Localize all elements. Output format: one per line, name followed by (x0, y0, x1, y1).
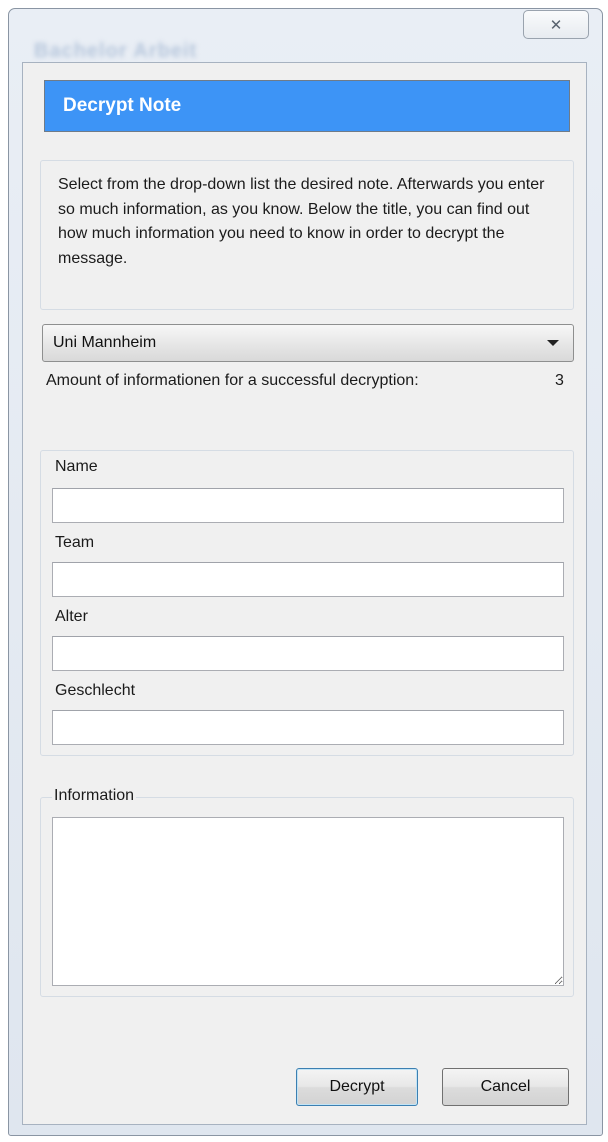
dialog-header: Decrypt Note (44, 80, 570, 132)
background-window-title: Bachelor Arbeit (34, 40, 198, 62)
close-icon: ✕ (549, 16, 563, 34)
geschlecht-field[interactable] (52, 710, 564, 745)
chevron-down-icon (547, 340, 559, 346)
close-button[interactable]: ✕ (523, 10, 589, 39)
name-field[interactable] (52, 488, 564, 523)
field-label-geschlecht: Geschlecht (55, 682, 136, 699)
note-select-dropdown[interactable]: Uni Mannheim (42, 324, 574, 362)
amount-label: Amount of informationen for a successful… (46, 372, 419, 389)
instructions-text: Select from the drop-down list the desir… (58, 176, 545, 267)
information-legend: Information (52, 787, 137, 805)
alter-field[interactable] (52, 636, 564, 671)
dialog-title: Decrypt Note (63, 95, 182, 116)
note-select-value: Uni Mannheim (53, 334, 157, 351)
team-field[interactable] (52, 562, 564, 597)
field-label-alter: Alter (55, 608, 88, 625)
decrypt-button[interactable]: Decrypt (296, 1068, 418, 1106)
field-label-team: Team (55, 534, 95, 551)
information-textarea[interactable] (52, 817, 564, 986)
field-label-name: Name (55, 458, 98, 475)
amount-value: 3 (555, 372, 564, 389)
cancel-button[interactable]: Cancel (442, 1068, 569, 1106)
instructions-panel: Select from the drop-down list the desir… (40, 160, 574, 310)
